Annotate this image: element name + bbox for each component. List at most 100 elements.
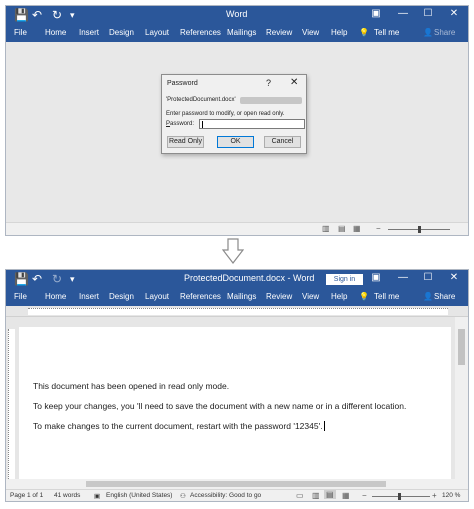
print-layout-icon[interactable]: ▤ bbox=[338, 224, 346, 233]
tab-insert[interactable]: Insert bbox=[79, 28, 99, 37]
share-icon[interactable]: 👤 bbox=[423, 28, 433, 37]
vertical-scrollbar[interactable] bbox=[455, 317, 468, 479]
tab-view[interactable]: View bbox=[302, 28, 319, 37]
tab-help[interactable]: Help bbox=[331, 28, 347, 37]
word-count[interactable]: 41 words bbox=[54, 492, 80, 499]
customize-quick-access-icon[interactable]: ▾ bbox=[70, 272, 75, 286]
dialog-title: Password bbox=[167, 80, 198, 87]
doc-paragraph: This document has been opened in read on… bbox=[33, 381, 230, 391]
tab-insert[interactable]: Insert bbox=[79, 292, 99, 301]
tell-me-search[interactable]: Tell me bbox=[374, 292, 399, 301]
tab-home[interactable]: Home bbox=[45, 28, 66, 37]
web-layout-icon[interactable]: ▦ bbox=[353, 224, 361, 233]
redo-icon[interactable]: ↻ bbox=[52, 8, 62, 22]
maximize-icon[interactable]: ☐ bbox=[416, 272, 440, 283]
customize-quick-access-icon[interactable]: ▾ bbox=[70, 8, 75, 22]
zoom-slider[interactable] bbox=[372, 496, 430, 497]
horizontal-ruler[interactable] bbox=[6, 306, 468, 317]
redo-icon[interactable]: ↻ bbox=[52, 272, 62, 286]
close-icon[interactable]: ✕ bbox=[442, 272, 466, 283]
ruler-area bbox=[28, 308, 448, 315]
print-layout-icon[interactable]: ▤ bbox=[324, 490, 336, 499]
help-icon[interactable]: ? bbox=[266, 78, 271, 88]
read-only-button[interactable]: Read Only bbox=[167, 136, 204, 148]
tab-file[interactable]: File bbox=[14, 292, 27, 301]
dialog-filename: 'ProtectedDocument.docx' bbox=[166, 97, 236, 103]
sign-in-button[interactable]: Sign in bbox=[326, 274, 363, 285]
dialog-close-icon[interactable]: ✕ bbox=[290, 77, 298, 88]
read-mode-icon[interactable]: ▥ bbox=[312, 491, 320, 500]
password-label-rest: assword: bbox=[170, 121, 195, 127]
status-bar: ▥ ▤ ▦ − bbox=[6, 222, 468, 235]
proofing-icon[interactable]: ▣ bbox=[94, 492, 100, 500]
vertical-ruler[interactable] bbox=[6, 317, 17, 479]
tab-design[interactable]: Design bbox=[109, 28, 134, 37]
down-arrow-icon bbox=[222, 238, 244, 264]
password-input[interactable] bbox=[199, 119, 305, 129]
minimize-icon[interactable]: — bbox=[391, 272, 415, 283]
share-button[interactable]: Share bbox=[434, 292, 455, 301]
tab-design[interactable]: Design bbox=[109, 292, 134, 301]
save-icon[interactable]: 💾 bbox=[14, 8, 29, 22]
password-dialog: Password ? ✕ 'ProtectedDocument.docx' En… bbox=[161, 74, 307, 154]
maximize-icon[interactable]: ☐ bbox=[416, 8, 440, 19]
tab-file[interactable]: File bbox=[14, 28, 27, 37]
undo-icon[interactable]: ↶ bbox=[32, 8, 42, 22]
doc-paragraph: To keep your changes, you 'll need to sa… bbox=[33, 401, 407, 411]
undo-icon[interactable]: ↶ bbox=[32, 272, 42, 286]
ribbon-display-options-icon[interactable]: ▣ bbox=[364, 8, 388, 19]
doc-paragraph-text: To make changes to the current document,… bbox=[33, 421, 323, 431]
scrollbar-thumb[interactable] bbox=[86, 481, 386, 487]
word-window-after: 💾 ↶ ↻ ▾ ProtectedDocument.docx - Word Si… bbox=[5, 269, 469, 502]
tab-mailings[interactable]: Mailings bbox=[227, 292, 256, 301]
zoom-slider-knob[interactable] bbox=[398, 493, 401, 500]
zoom-slider-knob[interactable] bbox=[418, 226, 421, 233]
redacted-path bbox=[240, 97, 302, 104]
tab-view[interactable]: View bbox=[302, 292, 319, 301]
tab-home[interactable]: Home bbox=[45, 292, 66, 301]
language-indicator[interactable]: English (United States) bbox=[106, 492, 172, 499]
zoom-out-icon[interactable]: − bbox=[362, 491, 367, 500]
ribbon-tabs: File Home Insert Design Layout Reference… bbox=[6, 289, 468, 306]
zoom-out-icon[interactable]: − bbox=[376, 224, 381, 233]
tab-mailings[interactable]: Mailings bbox=[227, 28, 256, 37]
window-title: ProtectedDocument.docx - Word bbox=[184, 273, 315, 283]
window-title: Word bbox=[226, 9, 248, 19]
tab-references[interactable]: References bbox=[180, 28, 221, 37]
share-icon[interactable]: 👤 bbox=[423, 292, 433, 301]
lightbulb-icon[interactable]: 💡 bbox=[359, 28, 369, 37]
password-label: Password: bbox=[166, 121, 195, 127]
cancel-button[interactable]: Cancel bbox=[264, 136, 301, 148]
web-layout-icon[interactable]: ▦ bbox=[342, 491, 350, 500]
zoom-level[interactable]: 120 % bbox=[442, 492, 460, 499]
save-icon[interactable]: 💾 bbox=[14, 272, 29, 286]
text-caret bbox=[323, 421, 325, 431]
tab-references[interactable]: References bbox=[180, 292, 221, 301]
zoom-in-icon[interactable]: + bbox=[432, 491, 437, 500]
horizontal-scrollbar[interactable] bbox=[6, 479, 468, 489]
dialog-message: Enter password to modify, or open read o… bbox=[166, 111, 285, 117]
ribbon-display-options-icon[interactable]: ▣ bbox=[364, 272, 388, 283]
share-button[interactable]: Share bbox=[434, 28, 455, 37]
close-icon[interactable]: ✕ bbox=[442, 8, 466, 19]
minimize-icon[interactable]: — bbox=[391, 8, 415, 19]
page-count[interactable]: Page 1 of 1 bbox=[10, 492, 43, 499]
document-page[interactable]: This document has been opened in read on… bbox=[19, 327, 451, 479]
tab-review[interactable]: Review bbox=[266, 28, 292, 37]
scrollbar-thumb[interactable] bbox=[458, 329, 465, 365]
accessibility-status[interactable]: Accessibility: Good to go bbox=[190, 492, 261, 499]
title-bar: 💾 ↶ ↻ ▾ Word ▣ — ☐ ✕ bbox=[6, 6, 468, 25]
read-mode-icon[interactable]: ▥ bbox=[322, 224, 330, 233]
lightbulb-icon[interactable]: 💡 bbox=[359, 292, 369, 301]
tab-layout[interactable]: Layout bbox=[145, 28, 169, 37]
doc-paragraph-last: To make changes to the current document,… bbox=[33, 421, 325, 431]
tab-help[interactable]: Help bbox=[331, 292, 347, 301]
vruler-area bbox=[8, 329, 15, 479]
focus-mode-icon[interactable]: ▭ bbox=[296, 491, 304, 500]
ok-button[interactable]: OK bbox=[217, 136, 254, 148]
tab-layout[interactable]: Layout bbox=[145, 292, 169, 301]
accessibility-icon[interactable]: ⚇ bbox=[180, 492, 186, 500]
status-bar: Page 1 of 1 41 words ▣ English (United S… bbox=[6, 489, 468, 501]
tab-review[interactable]: Review bbox=[266, 292, 292, 301]
tell-me-search[interactable]: Tell me bbox=[374, 28, 399, 37]
